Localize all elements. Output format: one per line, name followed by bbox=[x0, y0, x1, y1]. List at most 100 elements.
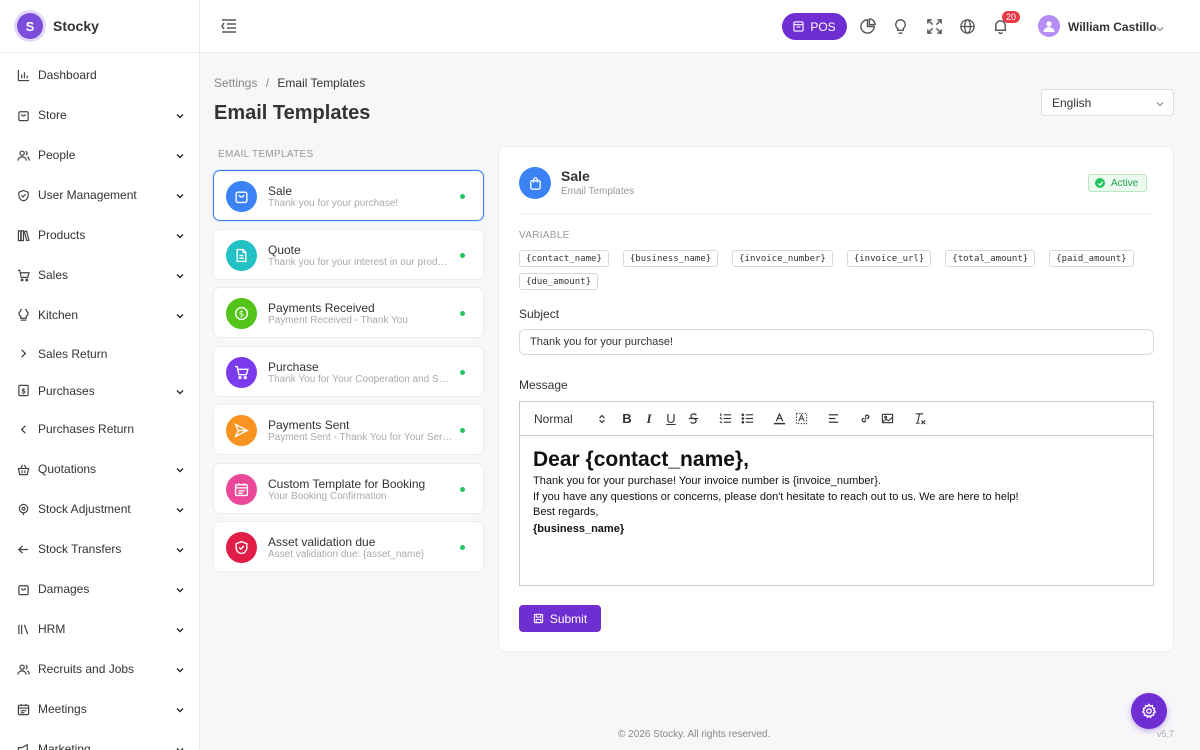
user-name[interactable]: William Castillo bbox=[1068, 20, 1157, 34]
sidebar-item-marketing[interactable]: Marketing bbox=[0, 729, 199, 750]
breadcrumb-parent[interactable]: Settings bbox=[214, 76, 257, 90]
lightbulb-icon[interactable] bbox=[892, 18, 909, 35]
strikethrough-icon[interactable] bbox=[682, 409, 704, 429]
variable-chip[interactable]: {total_amount} bbox=[945, 250, 1036, 267]
background-color-icon[interactable] bbox=[790, 409, 812, 429]
sidebar-item-label: Meetings bbox=[38, 702, 87, 716]
sidebar-item-label: User Management bbox=[38, 188, 137, 202]
italic-icon[interactable]: I bbox=[638, 409, 660, 429]
menu-toggle-icon[interactable] bbox=[220, 17, 238, 35]
brand[interactable]: S Stocky bbox=[0, 0, 199, 53]
sidebar-item-kitchen[interactable]: Kitchen bbox=[0, 295, 199, 335]
sidebar-item-user-management[interactable]: User Management bbox=[0, 175, 199, 215]
template-item[interactable]: Asset validation due Asset validation due… bbox=[213, 521, 484, 572]
shield-check-icon bbox=[226, 532, 257, 563]
sidebar-item-label: Kitchen bbox=[38, 308, 79, 322]
variable-chip[interactable]: {due_amount} bbox=[519, 273, 599, 290]
subject-input[interactable] bbox=[519, 329, 1154, 355]
template-item[interactable]: Purchase Thank You for Your Cooperation a… bbox=[213, 345, 484, 397]
globe-icon[interactable] bbox=[959, 18, 976, 35]
sidebar-item-purchases[interactable]: $ Purchases bbox=[0, 372, 199, 409]
bold-icon[interactable]: B bbox=[616, 409, 638, 429]
status-badge: Active bbox=[1088, 174, 1148, 192]
sidebar-item-sales-return[interactable]: Sales Return bbox=[0, 335, 199, 372]
pos-button[interactable]: POS bbox=[782, 13, 847, 40]
receipt-icon: $ bbox=[16, 384, 30, 398]
clear-format-icon[interactable] bbox=[908, 409, 930, 429]
chevron-right-icon bbox=[16, 347, 30, 361]
avatar[interactable] bbox=[1038, 15, 1060, 37]
template-item[interactable]: Sale Thank you for your purchase! bbox=[213, 170, 484, 221]
variable-list: {contact_name} {business_name} {invoice_nu… bbox=[519, 250, 1159, 290]
books-icon bbox=[16, 228, 30, 242]
align-icon[interactable] bbox=[822, 409, 844, 429]
library-icon bbox=[16, 622, 30, 636]
link-icon[interactable] bbox=[854, 409, 876, 429]
chevron-down-icon bbox=[175, 584, 185, 594]
sidebar-item-products[interactable]: Products bbox=[0, 215, 199, 255]
sidebar-item-stock-transfers[interactable]: Stock Transfers bbox=[0, 529, 199, 569]
settings-fab[interactable] bbox=[1131, 693, 1167, 729]
svg-text:$: $ bbox=[239, 310, 244, 320]
body-line-2: If you have any questions or concerns, p… bbox=[533, 490, 1019, 503]
sidebar-item-damages[interactable]: Damages bbox=[0, 569, 199, 609]
status-dot bbox=[460, 545, 465, 550]
calendar-icon bbox=[16, 702, 30, 716]
underline-icon[interactable]: U bbox=[660, 409, 682, 429]
template-item[interactable]: Payments Sent Payment Sent - Thank You fo… bbox=[213, 404, 484, 455]
fullscreen-icon[interactable] bbox=[926, 18, 943, 35]
target-icon bbox=[16, 502, 30, 516]
sidebar-item-label: Marketing bbox=[38, 742, 91, 750]
chevron-down-icon bbox=[175, 624, 185, 634]
notification-badge: 20 bbox=[1002, 11, 1021, 23]
format-select[interactable]: Normal bbox=[534, 412, 606, 426]
chevron-down-icon bbox=[175, 704, 185, 714]
template-name: Purchase bbox=[268, 359, 319, 374]
template-item[interactable]: Quote Thank you for your interest in our … bbox=[213, 228, 484, 280]
pie-chart-icon[interactable] bbox=[859, 18, 876, 35]
variable-chip[interactable]: {business_name} bbox=[622, 250, 719, 267]
sidebar: S Stocky Dashboard Store People User Manage… bbox=[0, 0, 200, 750]
brand-name: Stocky bbox=[53, 18, 99, 34]
language-select[interactable]: English bbox=[1041, 89, 1174, 116]
sidebar-item-hrm[interactable]: HRM bbox=[0, 609, 199, 649]
bullet-list-icon[interactable] bbox=[736, 409, 758, 429]
editor-body[interactable]: Dear {contact_name}, Thank you for your … bbox=[520, 436, 1153, 549]
sidebar-item-label: Dashboard bbox=[38, 68, 97, 82]
status-dot bbox=[460, 486, 465, 492]
variable-label: VARIABLE bbox=[519, 230, 570, 241]
sidebar-item-label: Stock Adjustment bbox=[38, 502, 131, 516]
sidebar-item-meetings[interactable]: Meetings bbox=[0, 689, 199, 729]
status-dot bbox=[460, 252, 465, 258]
pos-icon bbox=[793, 21, 804, 32]
sidebar-item-quotations[interactable]: Quotations bbox=[0, 449, 199, 489]
template-item[interactable]: $ Payments Received Payment Received - Tha… bbox=[213, 287, 484, 338]
sidebar-item-purchases-return[interactable]: Purchases Return bbox=[0, 409, 199, 449]
image-icon[interactable] bbox=[876, 409, 898, 429]
variable-chip[interactable]: {invoice_url} bbox=[846, 250, 932, 267]
sidebar-item-sales[interactable]: Sales bbox=[0, 255, 199, 295]
text-color-icon[interactable] bbox=[768, 409, 790, 429]
sidebar-item-label: Quotations bbox=[38, 462, 97, 476]
sidebar-item-store[interactable]: Store bbox=[0, 95, 199, 135]
sidebar-item-dashboard[interactable]: Dashboard bbox=[0, 55, 199, 95]
message-editor: Normal B I U Dear {contact_name}, Thank … bbox=[519, 401, 1154, 586]
chevron-down-icon bbox=[175, 386, 185, 396]
ordered-list-icon[interactable] bbox=[714, 409, 736, 429]
variable-chip[interactable]: {invoice_number} bbox=[732, 250, 833, 267]
check-circle-icon bbox=[1095, 178, 1105, 188]
sidebar-item-label: Recruits and Jobs bbox=[38, 662, 135, 676]
sidebar-item-stock-adjustment[interactable]: Stock Adjustment bbox=[0, 489, 199, 529]
template-name: Quote bbox=[268, 242, 301, 257]
chevron-down-icon bbox=[175, 110, 185, 120]
variable-chip[interactable]: {paid_amount} bbox=[1049, 250, 1134, 267]
sidebar-item-recruits-and-jobs[interactable]: Recruits and Jobs bbox=[0, 649, 199, 689]
shopping-bag-icon bbox=[519, 167, 551, 199]
body-heading: Dear {contact_name}, bbox=[533, 448, 749, 471]
submit-button[interactable]: Submit bbox=[519, 605, 601, 632]
variable-chip[interactable]: {contact_name} bbox=[519, 250, 609, 267]
template-item[interactable]: Custom Template for Booking Your Booking … bbox=[213, 462, 484, 514]
chevron-down-icon[interactable] bbox=[1155, 22, 1165, 32]
breadcrumb-current: Email Templates bbox=[277, 76, 366, 90]
sidebar-item-people[interactable]: People bbox=[0, 135, 199, 175]
